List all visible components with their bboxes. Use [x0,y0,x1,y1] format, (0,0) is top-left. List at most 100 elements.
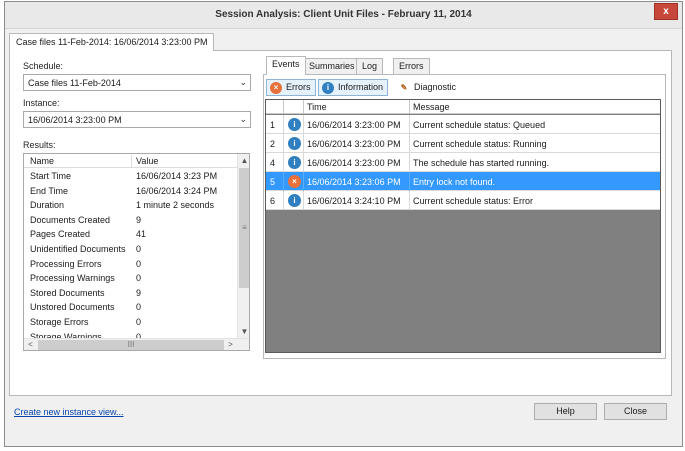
column-divider[interactable] [131,155,132,167]
list-item[interactable]: End Time 16/06/2014 3:24 PM [24,184,237,199]
column-divider[interactable] [409,100,410,114]
list-item[interactable]: Unidentified Documents 0 [24,242,237,257]
event-time: 16/06/2014 3:23:00 PM [307,120,401,130]
cell-divider [303,134,304,153]
cell-divider [409,115,410,134]
result-value: 0 [136,244,142,254]
row-number: 1 [270,120,276,130]
tab-events[interactable]: Events [266,56,306,75]
events-grid[interactable]: Time Message 1 i 16/06/2014 3:23:00 PM Curr… [265,99,661,353]
result-value: 16/06/2014 3:23 PM [136,171,218,181]
info-icon: i [322,82,334,94]
chevron-down-icon: ⌄ [239,114,247,124]
list-item[interactable]: Duration 1 minute 2 seconds [24,198,237,213]
list-item[interactable]: Storage Errors 0 [24,315,237,330]
info-icon: i [288,137,301,150]
result-value: 9 [136,287,142,298]
row-number: 5 [270,177,276,187]
row-number: 4 [270,158,276,168]
schedule-label: Schedule: [23,61,64,71]
events-grid-header: Time Message [266,100,660,114]
table-row[interactable]: 2 i 16/06/2014 3:23:00 PM Current schedule … [266,134,660,153]
list-item[interactable]: Documents Created 9 [24,213,237,228]
info-icon: i [288,194,301,207]
event-time: 16/06/2014 3:23:06 PM [307,177,401,187]
cell-divider [283,115,284,134]
result-value: 1 minute 2 seconds [136,200,215,211]
cell-divider [303,115,304,134]
column-divider[interactable] [283,100,284,114]
result-value: 16/06/2014 3:24 PM [136,185,218,196]
instance-value: 16/06/2014 3:23:00 PM [28,115,122,125]
result-value: 0 [136,273,142,284]
filter-information-label: Information [338,82,384,92]
cell-divider [303,172,304,191]
cell-divider [283,191,284,210]
list-item[interactable]: Start Time 16/06/2014 3:23 PM [24,169,237,184]
table-row[interactable]: 4 i 16/06/2014 3:23:00 PM The schedule has … [266,153,660,172]
scroll-right-icon[interactable]: > [224,339,237,350]
horizontal-scrollbar[interactable]: < III > [24,338,249,350]
result-name: Processing Warnings [30,273,115,284]
list-item[interactable]: Processing Errors 0 [24,257,237,272]
error-icon: × [288,175,301,188]
help-button[interactable]: Help [534,403,597,420]
scroll-thumb[interactable]: III [38,340,224,350]
tab-errors[interactable]: Errors [393,58,430,74]
column-header-name[interactable]: Name [30,156,54,166]
create-instance-view-link[interactable]: Create new instance view... [14,407,124,417]
result-value: 9 [136,214,142,225]
list-item[interactable]: Processing Warnings 0 [24,271,237,286]
filter-errors-button[interactable]: × Errors [266,79,316,96]
result-name: Unidentified Documents [30,244,126,254]
result-name: Storage Errors [30,317,89,327]
tab-instance[interactable]: Case files 11-Feb-2014: 16/06/2014 3:23:… [9,33,215,51]
window-title: Session Analysis: Client Unit Files - Fe… [215,9,472,20]
scroll-up-icon[interactable]: ▲ [238,154,249,167]
table-row[interactable]: 1 i 16/06/2014 3:23:00 PM Current schedule … [266,115,660,134]
chevron-down-icon: ⌄ [239,77,247,87]
results-list[interactable]: Name Value Start Time 16/06/2014 3:23 PM E… [23,153,250,351]
row-number: 2 [270,139,276,149]
column-header-message[interactable]: Message [413,102,450,112]
instance-select[interactable]: 16/06/2014 3:23:00 PM ⌄ [23,111,251,128]
filter-information-button[interactable]: i Information [318,79,389,96]
column-header-time[interactable]: Time [307,102,327,112]
schedule-select[interactable]: Case files 11-Feb-2014 ⌄ [23,74,251,91]
filter-diagnostic-button[interactable]: ✎ Diagnostic [394,79,461,96]
list-item[interactable]: Stored Documents 9 [24,286,237,301]
info-icon: i [288,118,301,131]
results-header: Name Value [24,154,237,168]
cell-divider [283,172,284,191]
scroll-left-icon[interactable]: < [24,339,37,350]
error-icon: × [270,82,282,94]
scroll-thumb[interactable]: ≡ [239,168,249,288]
cell-divider [409,153,410,172]
list-item[interactable]: Unstored Documents 0 [24,300,237,315]
vertical-scrollbar[interactable]: ▲ ≡ ▼ [237,154,249,338]
title-bar: Session Analysis: Client Unit Files - Fe… [5,2,682,29]
schedule-value: Case files 11-Feb-2014 [28,78,121,88]
tab-log[interactable]: Log [356,58,384,74]
list-item[interactable]: Pages Created 41 [24,227,237,242]
event-message: Current schedule status: Error [413,196,534,206]
table-row[interactable]: 5 × 16/06/2014 3:23:06 PM Entry lock not fo… [266,172,660,191]
event-message: The schedule has started running. [413,158,550,168]
cell-divider [283,153,284,172]
column-header-value[interactable]: Value [136,156,158,166]
tab-summaries[interactable]: Summaries [303,58,361,74]
cell-divider [409,191,410,210]
result-value: 0 [136,302,142,313]
cell-divider [409,134,410,153]
event-time: 16/06/2014 3:23:00 PM [307,158,401,168]
result-value: 41 [136,229,147,240]
column-divider[interactable] [303,100,304,114]
result-name: Duration [30,200,65,211]
close-button[interactable]: Close [604,403,667,420]
result-value: 0 [136,258,142,269]
scroll-down-icon[interactable]: ▼ [238,325,249,338]
close-icon[interactable]: x [654,3,678,20]
cell-divider [303,191,304,210]
event-message: Current schedule status: Queued [413,120,546,130]
table-row[interactable]: 6 i 16/06/2014 3:24:10 PM Current schedule … [266,191,660,210]
